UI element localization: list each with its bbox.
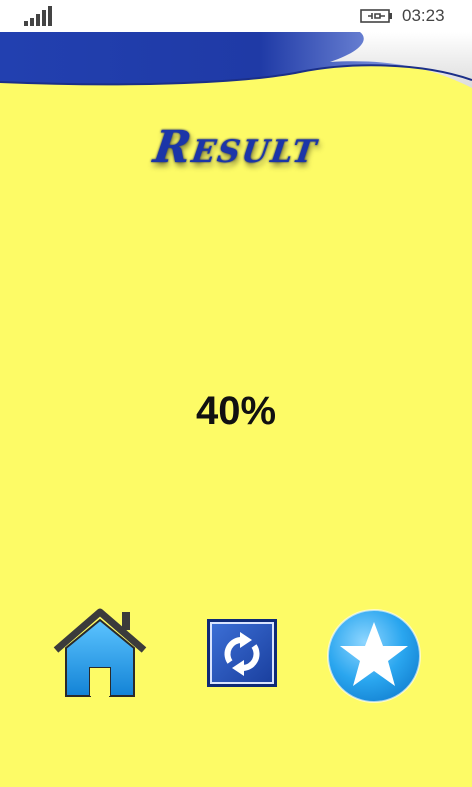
page-title: Result bbox=[150, 122, 322, 173]
star-icon bbox=[327, 609, 421, 703]
refresh-arrows-icon bbox=[207, 619, 277, 687]
status-bar: 03:23 bbox=[0, 0, 472, 32]
battery-charging-icon bbox=[360, 9, 392, 23]
score-percentage: 40% bbox=[195, 389, 277, 433]
retry-button[interactable] bbox=[206, 618, 278, 688]
rate-button[interactable] bbox=[326, 608, 422, 704]
home-button[interactable] bbox=[52, 606, 148, 700]
home-icon bbox=[53, 608, 147, 697]
header-banner bbox=[0, 32, 472, 92]
clock-time: 03:23 bbox=[402, 6, 445, 25]
signal-bars-icon bbox=[24, 6, 52, 26]
